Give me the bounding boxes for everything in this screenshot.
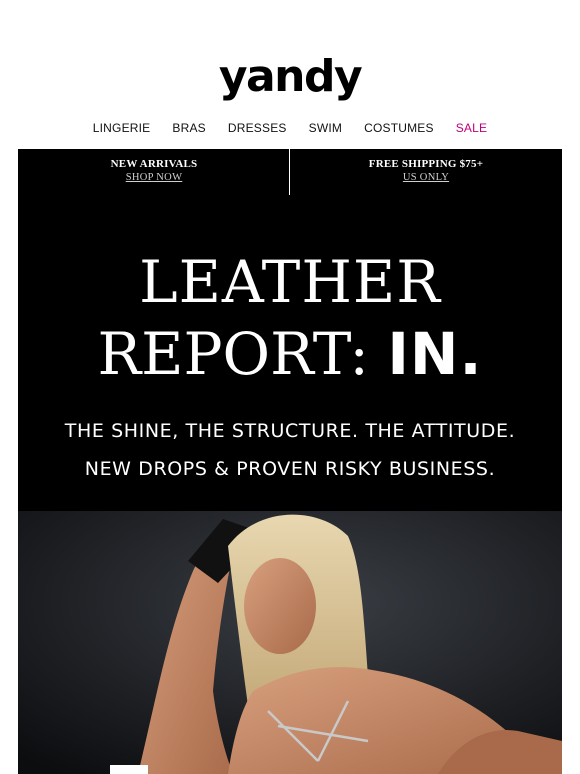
hero-panel: NEW ARRIVALS SHOP NOW FREE SHIPPING $75+… <box>18 149 562 774</box>
headline-report: REPORT: <box>97 320 369 388</box>
brand-logo[interactable]: yandy <box>0 52 580 102</box>
shop-now-link[interactable]: SHOP NOW <box>18 171 290 184</box>
promo-free-shipping[interactable]: FREE SHIPPING $75+ US ONLY <box>290 149 562 195</box>
promo-new-arrivals-title: NEW ARRIVALS <box>110 158 198 170</box>
nav-item-costumes[interactable]: COSTUMES <box>353 120 445 136</box>
subheadline-line-2: NEW DROPS & PROVEN RISKY BUSINESS. <box>84 458 496 480</box>
nav-item-lingerie[interactable]: LINGERIE <box>82 120 162 136</box>
hero-subheadline: THE SHINE, THE STRUCTURE. THE ATTITUDE. … <box>18 412 562 488</box>
main-nav: LINGERIE BRAS DRESSES SWIM COSTUMES SALE <box>0 120 580 136</box>
us-only-link[interactable]: US ONLY <box>290 171 562 184</box>
promo-free-shipping-title: FREE SHIPPING $75+ <box>368 158 484 170</box>
headline-in: IN. <box>387 320 483 388</box>
hero-model-photo[interactable] <box>18 511 562 774</box>
promo-divider <box>289 149 290 195</box>
promo-bar: NEW ARRIVALS SHOP NOW FREE SHIPPING $75+… <box>18 149 562 195</box>
nav-item-sale[interactable]: SALE <box>445 120 499 136</box>
nav-item-swim[interactable]: SWIM <box>298 120 353 136</box>
promo-new-arrivals[interactable]: NEW ARRIVALS SHOP NOW <box>18 149 290 195</box>
nav-item-bras[interactable]: BRAS <box>161 120 216 136</box>
hero-headline: LEATHER REPORT: IN. <box>18 249 562 387</box>
nav-item-dresses[interactable]: DRESSES <box>217 120 298 136</box>
headline-line-1: LEATHER <box>139 248 441 316</box>
headline-line-2: REPORT: IN. <box>18 321 562 387</box>
subheadline-line-1: THE SHINE, THE STRUCTURE. THE ATTITUDE. <box>64 420 516 442</box>
